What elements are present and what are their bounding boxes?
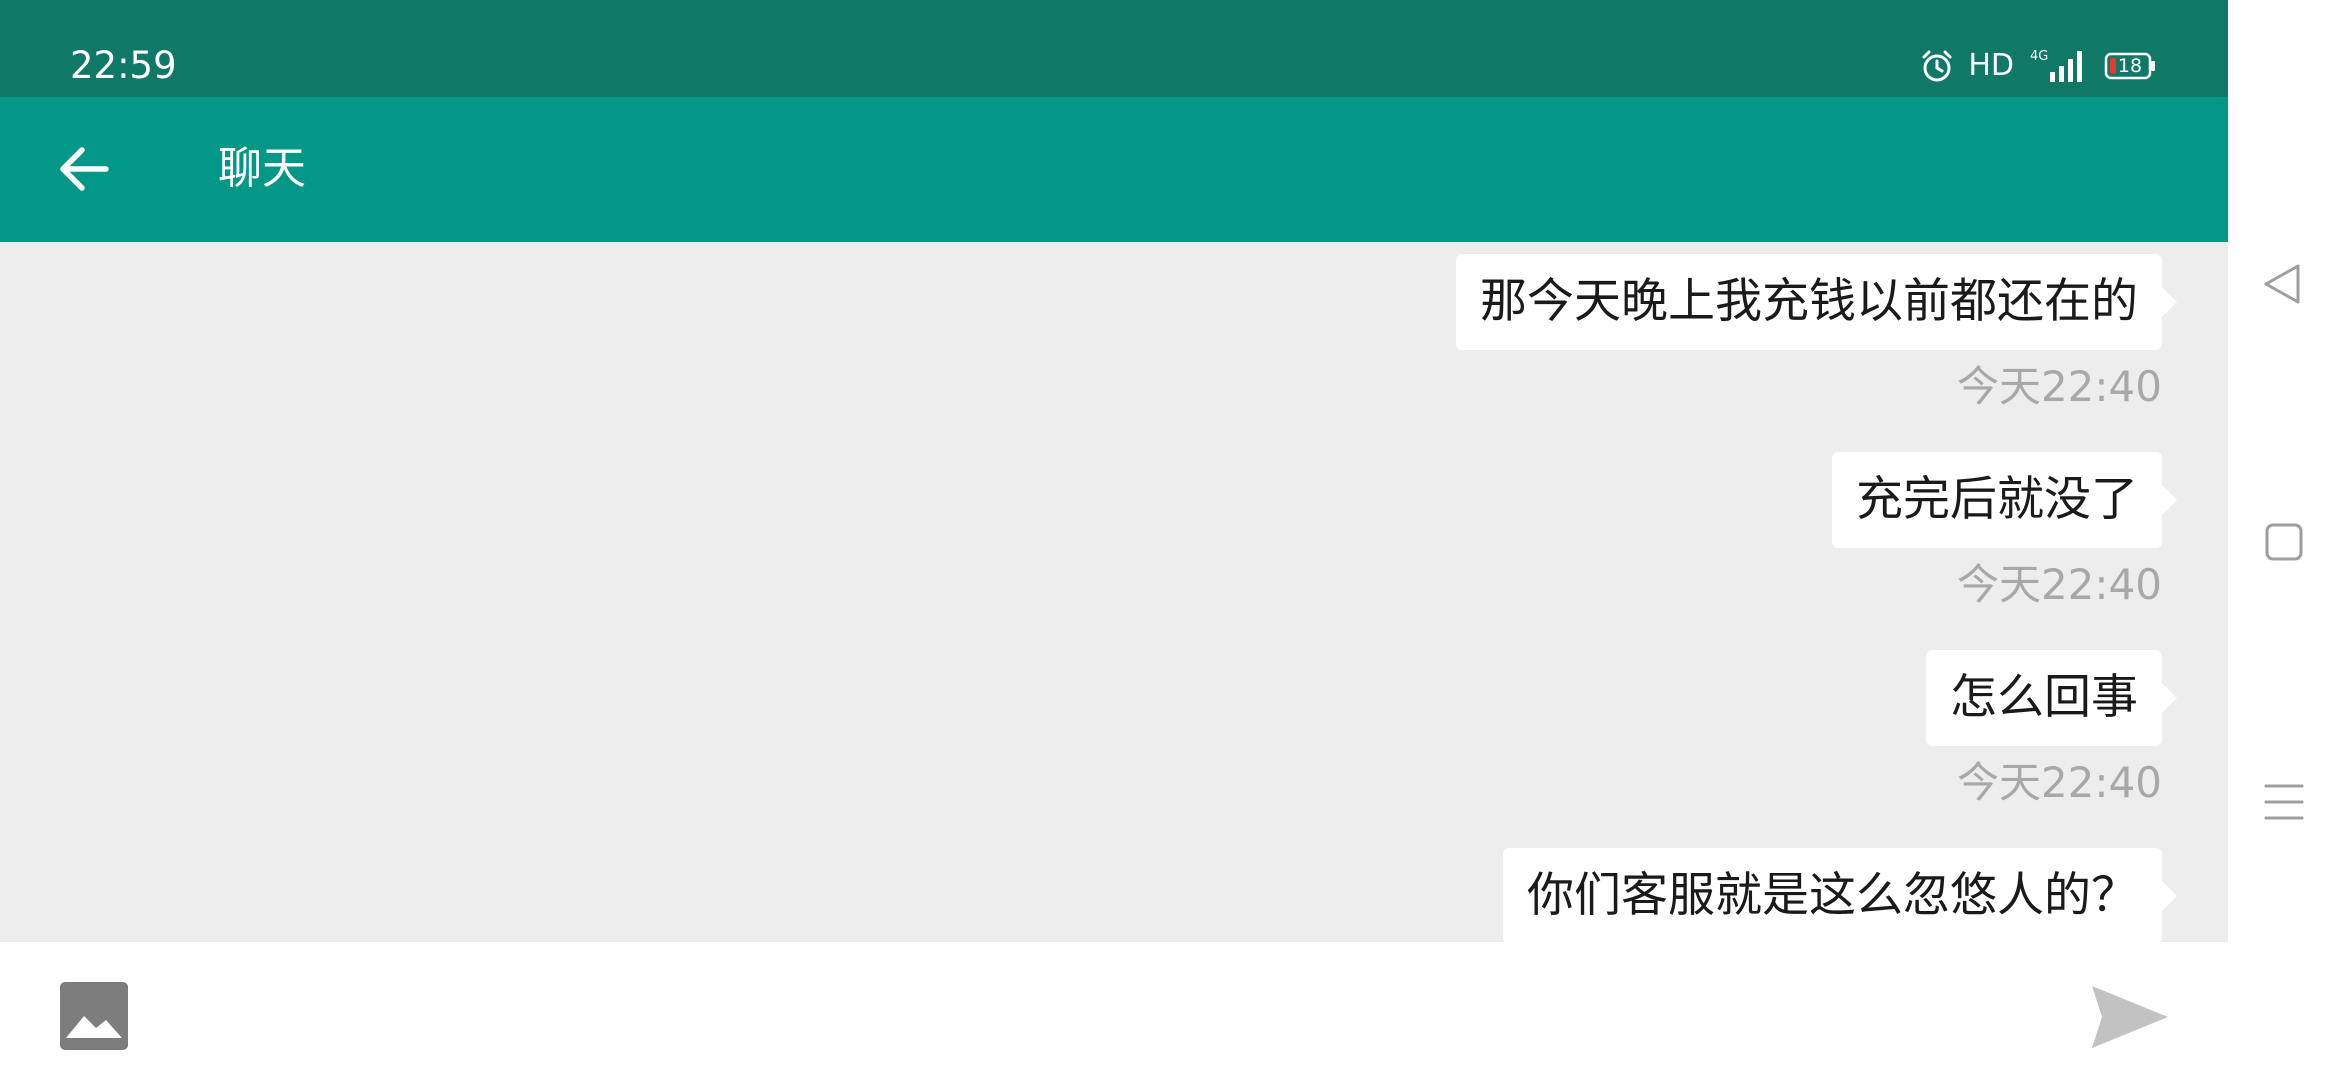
alarm-icon bbox=[1922, 50, 1952, 82]
back-button[interactable] bbox=[44, 137, 124, 201]
input-bar bbox=[0, 942, 2228, 1080]
app-bar: 聊天 bbox=[0, 97, 2228, 242]
status-bar: 22:59 HD 4G 18 bbox=[0, 0, 2228, 97]
arrow-left-icon bbox=[60, 147, 109, 191]
network-label: 4G bbox=[2030, 49, 2048, 64]
message-bubble[interactable]: 怎么回事 bbox=[1926, 650, 2177, 746]
message-bubble[interactable]: 充完后就没了 bbox=[1832, 452, 2177, 548]
status-time: 22:59 bbox=[70, 44, 177, 87]
nav-back-button[interactable] bbox=[2258, 258, 2310, 310]
message-time: 今天22:40 bbox=[1956, 560, 2162, 609]
nav-home-button[interactable] bbox=[2258, 516, 2310, 568]
nav-menu-button[interactable] bbox=[2258, 776, 2310, 828]
system-nav-bar bbox=[2228, 0, 2340, 1080]
message-bubble[interactable]: 你们客服就是这么忽悠人的？ bbox=[1503, 848, 2177, 942]
battery-level: 18 bbox=[2117, 55, 2143, 77]
signal-4g-icon: 4G bbox=[2030, 49, 2082, 82]
battery-icon: 18 bbox=[2104, 52, 2156, 80]
message-time: 今天22:40 bbox=[1956, 758, 2162, 807]
back-triangle-icon bbox=[2264, 264, 2300, 304]
message-time: 今天22:40 bbox=[1956, 362, 2162, 411]
status-icons: HD 4G 18 bbox=[1906, 44, 2156, 88]
menu-lines-icon bbox=[2264, 784, 2304, 820]
chat-message-list[interactable]: 那今天晚上我充钱以前都还在的 今天22:40 充完后就没了 今天22:40 怎么… bbox=[0, 242, 2228, 942]
home-square-icon bbox=[2265, 523, 2303, 561]
send-button[interactable] bbox=[2090, 984, 2170, 1050]
hd-icon: HD bbox=[1968, 48, 2014, 83]
send-icon bbox=[2092, 986, 2168, 1048]
image-icon bbox=[60, 982, 128, 1050]
page-title: 聊天 bbox=[218, 143, 306, 194]
image-picker-button[interactable] bbox=[60, 982, 128, 1050]
message-bubble[interactable]: 那今天晚上我充钱以前都还在的 bbox=[1456, 254, 2177, 350]
